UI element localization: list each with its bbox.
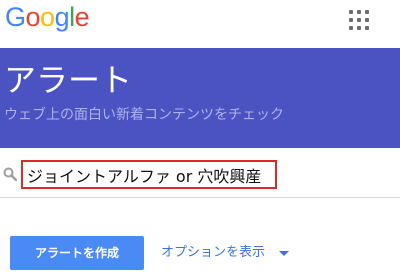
logo-letter: o (25, 2, 41, 32)
google-logo[interactable]: Google (5, 2, 90, 33)
alert-query-input[interactable] (21, 160, 277, 189)
logo-letter: g (54, 2, 70, 32)
create-alert-button[interactable]: アラートを作成 (10, 236, 144, 270)
logo-letter: G (5, 2, 26, 32)
top-bar: Google (0, 0, 400, 48)
search-icon (3, 167, 17, 181)
caret-down-icon[interactable] (279, 251, 289, 256)
page-subtitle: ウェブ上の面白い新着コンテンツをチェック (4, 107, 284, 123)
page-title: アラート (4, 61, 133, 99)
logo-letter: o (40, 2, 55, 32)
search-bar (0, 148, 400, 198)
show-options-link[interactable]: オプションを表示 (161, 243, 265, 263)
apps-grid-icon[interactable] (349, 10, 369, 30)
logo-letter: e (74, 2, 90, 32)
alerts-page: Google アラート ウェブ上の面白い新着コンテンツをチェック アラートを作成… (0, 0, 400, 275)
